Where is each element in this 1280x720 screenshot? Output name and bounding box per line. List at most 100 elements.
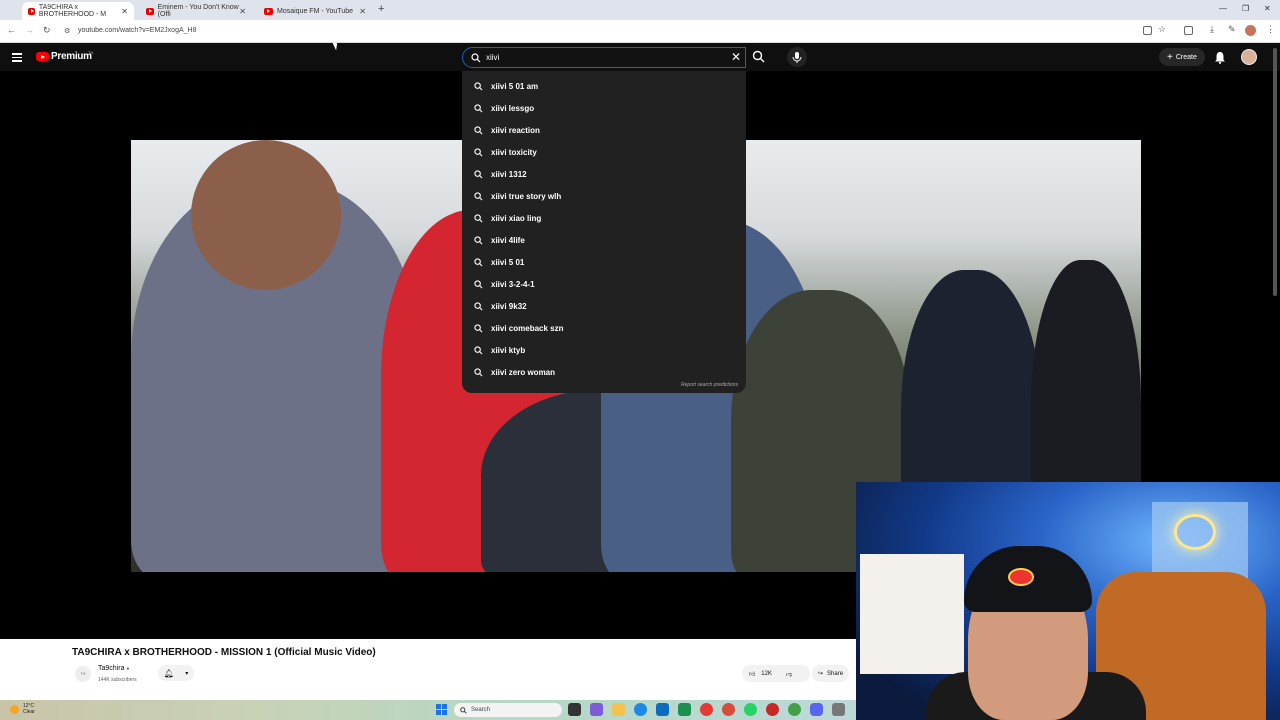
close-tab-icon[interactable]: ✕ [239,7,246,16]
browser-tab[interactable]: Eminem - You Don't Know (Offi ✕ [140,2,252,20]
search-suggestion[interactable]: xiivi reaction [462,119,746,141]
search-suggestion[interactable]: xiivi comeback szn [462,317,746,339]
outlook-icon[interactable] [656,703,669,716]
search-suggestion[interactable]: xiivi xiao ling [462,207,746,229]
create-button[interactable]: + Create [1159,48,1205,66]
voice-search-button[interactable] [787,47,807,67]
task-view-icon[interactable] [568,703,581,716]
extension-icon[interactable]: ✎ [1228,24,1236,35]
search-suggestion[interactable]: xiivi ktyb [462,339,746,361]
search-icon [474,147,483,156]
taskbar-search[interactable]: Search [454,703,562,717]
minimize-icon[interactable]: — [1219,4,1227,13]
browser-tab-strip: TA9CHIRA x BROTHERHOOD - M ✕ Eminem - Yo… [0,0,1280,20]
like-button[interactable]: 👍︎ [749,670,755,678]
forward-icon[interactable]: → [25,25,34,35]
new-tab-icon[interactable]: + [378,3,384,15]
search-suggestion[interactable]: xiivi toxicity [462,141,746,163]
search-query[interactable]: xiivi [486,53,499,62]
edge-icon[interactable] [634,703,647,716]
bookmark-star-icon[interactable]: ☆ [1158,24,1166,35]
search-suggestion[interactable]: xiivi 3-2-4-1 [462,273,746,295]
channel-avatar[interactable]: T9 [75,666,91,682]
file-explorer-icon[interactable] [612,703,625,716]
search-icon [474,213,483,222]
reload-icon[interactable]: ↻ [43,25,51,36]
plus-icon: + [1167,51,1173,63]
excel-icon[interactable] [678,703,691,716]
app-icon[interactable] [766,703,779,716]
search-icon [474,169,483,178]
search-suggestion[interactable]: xiivi lessgo [462,97,746,119]
guide-menu-icon[interactable] [12,53,22,64]
opera-icon[interactable] [722,703,735,716]
country-code: TN [88,50,94,55]
search-input[interactable]: xiivi ✕ [462,47,746,68]
streamer-webcam [856,482,1280,720]
suggestion-text: xiivi 9k32 [491,301,527,311]
notifications-bell-icon[interactable] [1214,51,1226,64]
suggestion-text: xiivi 5 01 am [491,81,539,91]
search-suggestion[interactable]: xiivi 1312 [462,163,746,185]
suggestion-text: xiivi 4life [491,235,525,245]
account-avatar[interactable] [1241,49,1257,65]
search-suggestion[interactable]: xiivi true story wlh [462,185,746,207]
search-icon [474,279,483,288]
app-icon[interactable] [832,703,845,716]
share-icon: ↪ [818,671,824,677]
windows-start-icon[interactable] [436,704,447,715]
browser-tab[interactable]: Mosaique FM - YouTube ✕ [258,2,372,20]
suggestion-text: xiivi 1312 [491,169,527,179]
search-suggestion[interactable]: xiivi 5 01 am [462,75,746,97]
browser-menu-icon[interactable]: ⋮ [1266,24,1275,35]
taskbar-search-placeholder: Search [471,707,491,713]
chrome-icon[interactable] [788,703,801,716]
clear-search-icon[interactable]: ✕ [731,50,741,64]
search-suggestion[interactable]: xiivi 4life [462,229,746,251]
suggestion-text: xiivi true story wlh [491,191,562,201]
tab-title: TA9CHIRA x BROTHERHOOD - M [38,4,107,18]
site-info-icon[interactable]: ⚙ [64,27,70,35]
extensions-icon[interactable] [1184,26,1193,35]
suggestion-text: xiivi 5 01 [491,257,525,267]
tab-title: Mosaique FM - YouTube [277,7,354,15]
whatsapp-icon[interactable] [744,703,757,716]
close-window-icon[interactable]: ✕ [1264,4,1271,13]
video-title: TA9CHIRA x BROTHERHOOD - MISSION 1 (Offi… [72,647,376,658]
search-icon [474,191,483,200]
search-button[interactable] [752,50,765,63]
search-suggestion[interactable]: xiivi zero woman [462,361,746,383]
back-icon[interactable]: ← [7,25,16,35]
search-suggestion[interactable]: xiivi 5 01 [462,251,746,273]
copilot-icon[interactable] [590,703,603,716]
page-scrollbar[interactable] [1273,48,1277,296]
search-icon [474,345,483,354]
suggestion-text: xiivi ktyb [491,345,526,355]
search-suggestion[interactable]: xiivi 9k32 [462,295,746,317]
chrome-icon[interactable] [700,703,713,716]
browser-tab-active[interactable]: TA9CHIRA x BROTHERHOOD - M ✕ [22,2,134,20]
subscriber-count: 144K subscribers [98,677,137,683]
install-app-icon[interactable] [1143,26,1152,35]
weather-widget[interactable]: 12°C Clear [10,703,35,715]
close-tab-icon[interactable]: ✕ [121,7,128,16]
youtube-premium-logo[interactable]: Premium [51,51,92,62]
dislike-button[interactable]: 👎︎ [786,670,792,678]
maximize-icon[interactable]: ❐ [1242,4,1249,13]
suggestion-text: xiivi comeback szn [491,323,564,333]
close-tab-icon[interactable]: ✕ [359,7,366,16]
discord-icon[interactable] [810,703,823,716]
youtube-logo-icon[interactable] [36,52,49,61]
report-search-predictions-link[interactable]: Report search predictions [681,382,738,388]
suggestion-text: xiivi xiao ling [491,213,542,223]
subscribed-button[interactable]: 🔔︎ ▾ [158,665,194,681]
share-button[interactable]: ↪ Share [812,665,850,682]
browser-profile-avatar[interactable] [1245,25,1256,36]
address-bar[interactable]: youtube.com/watch?v=EM2JxogA_H8 [78,27,196,34]
search-icon [474,367,483,376]
channel-name[interactable]: Ta9chira ● [98,665,129,672]
share-label: Share [827,670,844,677]
verified-badge-icon: ● [126,666,130,672]
search-icon [460,706,467,714]
download-icon[interactable]: ⤓ [1210,24,1214,35]
